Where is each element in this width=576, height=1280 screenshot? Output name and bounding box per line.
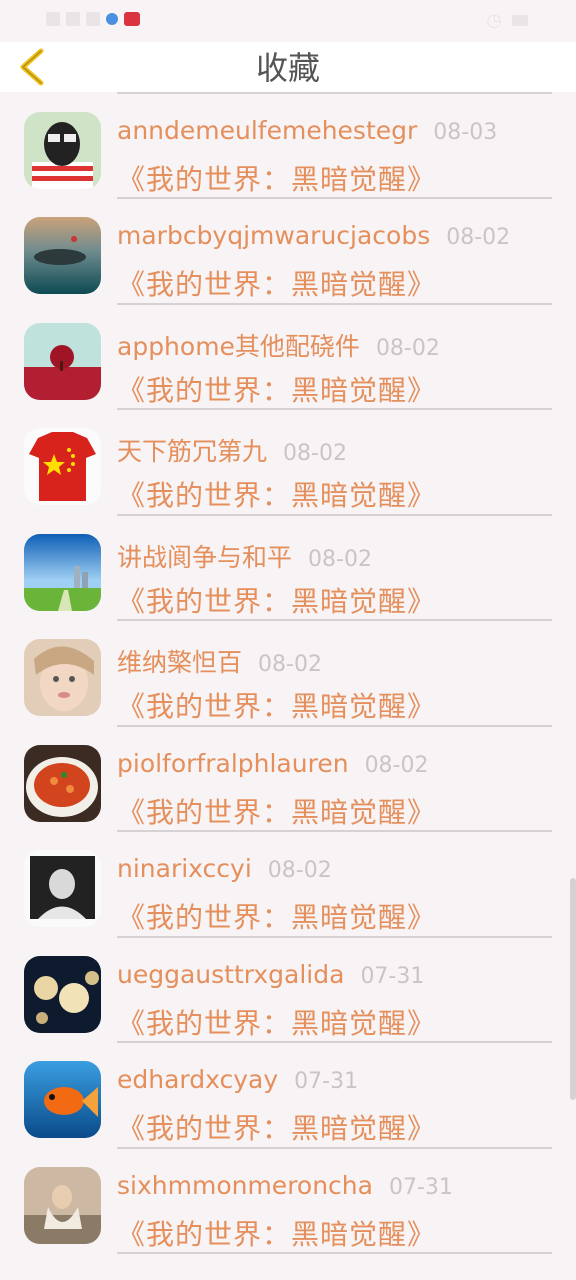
app-notification-icon bbox=[106, 13, 118, 25]
sim-icon bbox=[46, 12, 60, 26]
user-name[interactable]: sixhmmonmeroncha bbox=[117, 1171, 373, 1200]
scrollbar-thumb[interactable] bbox=[570, 878, 576, 1100]
user-name[interactable]: 讲战阆争与和平 bbox=[117, 538, 292, 574]
reader-notification-icon bbox=[124, 12, 140, 26]
favorite-item[interactable]: marbcbyqjmwarucjacobs 08-02 《我的世界：黑暗觉醒》 bbox=[0, 199, 576, 305]
book-title-link[interactable]: 《我的世界：黑暗觉醒》 bbox=[117, 685, 436, 725]
avatar[interactable] bbox=[24, 533, 101, 611]
wifi-icon bbox=[86, 12, 100, 26]
book-title-link[interactable]: 《我的世界：黑暗觉醒》 bbox=[117, 791, 436, 831]
item-date: 08-02 bbox=[446, 225, 511, 250]
item-header: anndemeulfemehestegr 08-03 bbox=[117, 116, 497, 145]
favorite-item[interactable]: ueggausttrxgalida 07-31 《我的世界：黑暗觉醒》 bbox=[0, 938, 576, 1043]
item-date: 08-02 bbox=[364, 752, 429, 778]
item-date: 07-31 bbox=[388, 1174, 453, 1200]
header: 收藏 bbox=[0, 42, 576, 92]
item-date: 07-31 bbox=[294, 1069, 359, 1094]
avatar[interactable] bbox=[24, 111, 101, 189]
user-name[interactable]: anndemeulfemehestegr bbox=[117, 116, 417, 145]
item-date: 08-02 bbox=[267, 858, 332, 883]
avatar[interactable] bbox=[24, 322, 101, 400]
avatar[interactable] bbox=[24, 1166, 101, 1244]
favorite-item[interactable]: edhardxcyay 07-31 《我的世界：黑暗觉醒》 bbox=[0, 1043, 576, 1149]
avatar[interactable] bbox=[24, 1061, 101, 1138]
favorites-list[interactable]: 《我的世界：黑暗觉醒》 anndemeulfemehestegr 08-03 《我的世… bbox=[0, 92, 576, 1280]
favorite-item[interactable]: 天下筋冗第九 08-02 《我的世界：黑暗觉醒》 bbox=[0, 410, 576, 516]
item-date: 08-03 bbox=[433, 119, 498, 145]
avatar[interactable] bbox=[24, 850, 101, 927]
user-name[interactable]: ninarixccyi bbox=[117, 854, 252, 883]
item-header: 维纳檠怛百 08-02 bbox=[117, 643, 322, 679]
favorite-item[interactable]: sixhmmonmeroncha 07-31 《我的世界：黑暗觉醒》 bbox=[0, 1149, 576, 1254]
avatar[interactable] bbox=[24, 217, 101, 294]
user-name[interactable]: edhardxcyay bbox=[117, 1065, 278, 1094]
book-title-link[interactable]: 《我的世界：黑暗觉醒》 bbox=[117, 896, 436, 936]
avatar[interactable] bbox=[24, 955, 101, 1033]
user-name[interactable]: 天下筋冗第九 bbox=[117, 432, 267, 468]
item-date: 08-02 bbox=[283, 441, 347, 466]
item-header: marbcbyqjmwarucjacobs 08-02 bbox=[117, 221, 510, 250]
status-bar: ◷ bbox=[0, 0, 576, 42]
item-header: edhardxcyay 07-31 bbox=[117, 1065, 358, 1094]
item-header: ninarixccyi 08-02 bbox=[117, 854, 332, 883]
book-title-link[interactable]: 《我的世界：黑暗觉醒》 bbox=[117, 580, 436, 620]
item-date: 08-02 bbox=[375, 335, 440, 361]
page-title: 收藏 bbox=[255, 49, 320, 87]
alarm-icon: ◷ bbox=[486, 10, 502, 31]
signal-icon bbox=[66, 12, 80, 26]
book-title-link[interactable]: 《我的世界：黑暗觉醒》 bbox=[117, 369, 436, 409]
battery-icon bbox=[512, 15, 528, 26]
avatar[interactable] bbox=[24, 428, 101, 505]
book-title-link[interactable]: 《我的世界：黑暗觉醒》 bbox=[117, 1107, 436, 1147]
favorite-item[interactable]: apphome其他配硗件 08-02 《我的世界：黑暗觉醒》 bbox=[0, 305, 576, 410]
status-right-icons: ◷ bbox=[486, 10, 528, 31]
item-header: sixhmmonmeroncha 07-31 bbox=[117, 1171, 453, 1200]
user-name[interactable]: ueggausttrxgalida bbox=[117, 960, 344, 989]
book-title-link[interactable]: 《我的世界：黑暗觉醒》 bbox=[117, 1002, 436, 1042]
user-name[interactable]: apphome其他配硗件 bbox=[117, 327, 360, 363]
user-name[interactable]: marbcbyqjmwarucjacobs bbox=[117, 221, 430, 250]
item-date: 08-02 bbox=[258, 652, 322, 677]
favorite-item[interactable]: ninarixccyi 08-02 《我的世界：黑暗觉醒》 bbox=[0, 832, 576, 938]
book-title-link[interactable]: 《我的世界：黑暗觉醒》 bbox=[117, 158, 436, 198]
book-title-link[interactable]: 《我的世界：黑暗觉醒》 bbox=[117, 474, 436, 514]
book-title-link[interactable]: 《我的世界：黑暗觉醒》 bbox=[117, 263, 436, 303]
item-header: 讲战阆争与和平 08-02 bbox=[117, 538, 372, 574]
status-left-icons bbox=[46, 12, 140, 26]
book-title-link[interactable]: 《我的世界：黑暗觉醒》 bbox=[117, 1213, 436, 1253]
user-name[interactable]: piolforfralphlauren bbox=[117, 749, 349, 778]
item-header: 天下筋冗第九 08-02 bbox=[117, 432, 347, 468]
item-date: 08-02 bbox=[308, 546, 372, 572]
favorite-item[interactable]: 维纳檠怛百 08-02 《我的世界：黑暗觉醒》 bbox=[0, 621, 576, 727]
avatar[interactable] bbox=[24, 639, 101, 716]
divider bbox=[117, 1252, 552, 1254]
user-name[interactable]: 维纳檠怛百 bbox=[117, 643, 242, 679]
favorite-item[interactable]: 讲战阆争与和平 08-02 《我的世界：黑暗觉醒》 bbox=[0, 516, 576, 621]
favorite-item[interactable]: piolforfralphlauren 08-02 《我的世界：黑暗觉醒》 bbox=[0, 727, 576, 832]
item-header: piolforfralphlauren 08-02 bbox=[117, 749, 429, 778]
avatar[interactable] bbox=[24, 744, 101, 822]
item-header: ueggausttrxgalida 07-31 bbox=[117, 960, 424, 989]
favorite-item[interactable]: anndemeulfemehestegr 08-03 《我的世界：黑暗觉醒》 bbox=[0, 94, 576, 199]
item-header: apphome其他配硗件 08-02 bbox=[117, 327, 440, 363]
item-date: 07-31 bbox=[360, 963, 425, 989]
